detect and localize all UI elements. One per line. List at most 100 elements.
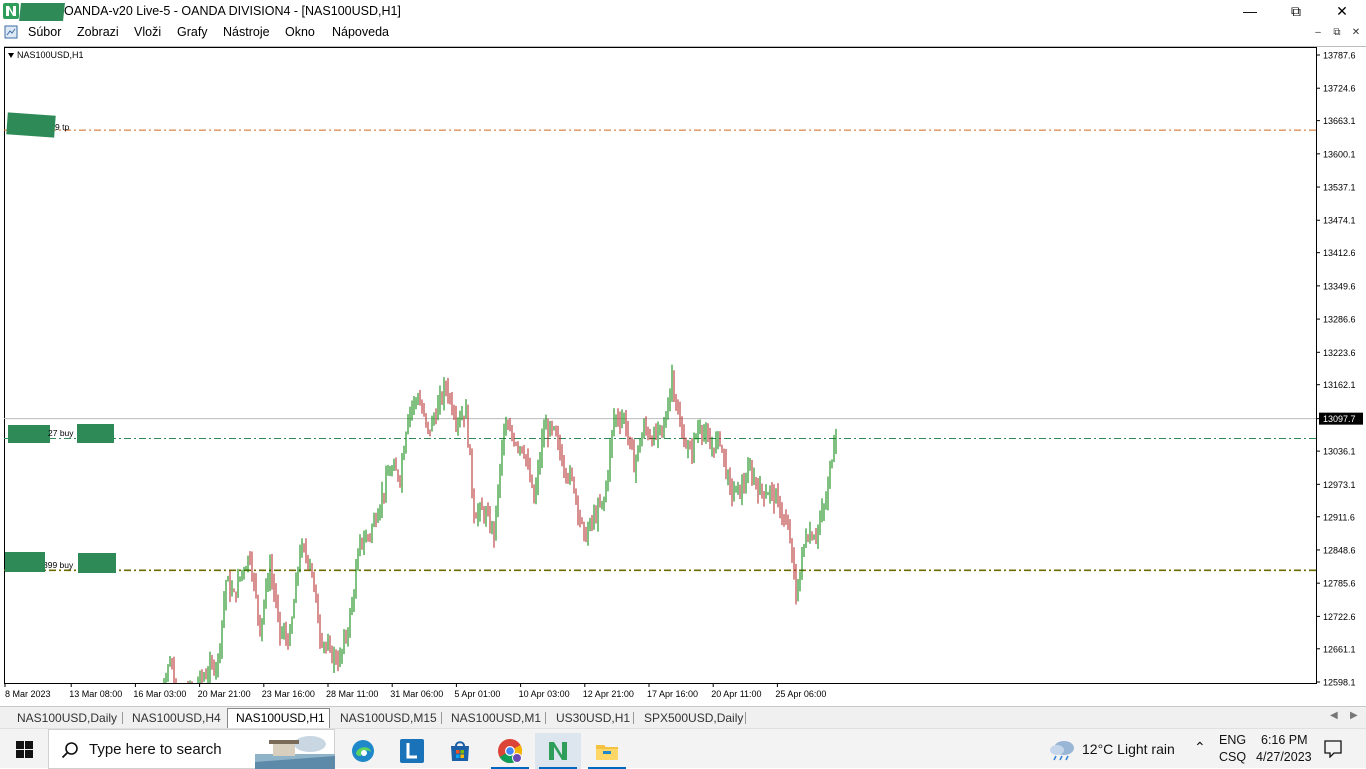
tab-separator	[122, 712, 123, 724]
language-indicator[interactable]: ENG	[1219, 733, 1246, 747]
redaction-mark	[5, 552, 45, 572]
time-tick-label: 8 Mar 2023	[5, 689, 51, 699]
tab-separator	[441, 712, 442, 724]
clock-date[interactable]: 4/27/2023	[1256, 750, 1312, 764]
price-tick-label: 13600.1	[1323, 149, 1356, 159]
tab-us30-h1[interactable]: US30USD,H1	[553, 709, 633, 728]
menu-insert[interactable]: Vloži	[134, 25, 161, 39]
windows-start-icon[interactable]	[16, 741, 33, 758]
taskbar-chrome-button[interactable]	[487, 733, 533, 769]
taskbar-oanda-button[interactable]	[535, 733, 581, 769]
taskbar-store-button[interactable]	[437, 733, 483, 769]
time-tick-label: 20 Mar 21:00	[198, 689, 251, 699]
time-tick-label: 28 Mar 11:00	[326, 689, 378, 699]
price-tick-label: 13223.6	[1323, 348, 1356, 358]
menu-file[interactable]: Súbor	[28, 25, 61, 39]
tray-chevron-up-icon[interactable]: ⌃	[1194, 739, 1206, 756]
microsoft-store-icon	[451, 741, 469, 761]
chart-document-icon[interactable]	[4, 25, 18, 39]
clock-time[interactable]: 6:16 PM	[1261, 733, 1308, 747]
file-explorer-icon	[596, 745, 618, 760]
redaction-mark	[78, 553, 116, 573]
menu-help[interactable]: Nápoveda	[332, 25, 389, 39]
redaction-mark	[19, 3, 65, 21]
weather-rain-icon[interactable]	[1048, 739, 1076, 761]
redaction-mark	[77, 424, 114, 443]
tab-nas100-m1[interactable]: NAS100USD,M1	[448, 709, 544, 728]
taskbar-explorer-button[interactable]	[584, 733, 630, 769]
tab-separator	[633, 712, 634, 724]
tab-nas100-h1[interactable]: NAS100USD,H1	[227, 708, 330, 728]
menu-tools[interactable]: Nástroje	[223, 25, 270, 39]
price-tick-label: 13724.6	[1323, 84, 1356, 94]
window-title: OANDA-v20 Live-5 - OANDA DIVISION4 - [NA…	[64, 4, 401, 18]
tab-nas100-daily[interactable]: NAS100USD,Daily	[14, 709, 120, 728]
time-tick-label: 17 Apr 16:00	[647, 689, 698, 699]
price-tick-label: 12598.1	[1323, 678, 1356, 688]
buy-line-label-2: 399 buy	[43, 560, 74, 570]
price-tick-label: 13412.6	[1323, 248, 1356, 258]
menu-bar: Súbor Zobrazi Vloži Grafy Nástroje Okno …	[0, 22, 1366, 43]
time-tick-label: 10 Apr 03:00	[519, 689, 570, 699]
restore-button[interactable]: ⧉	[1273, 0, 1319, 22]
time-tick-label: 13 Mar 08:00	[69, 689, 122, 699]
edge-browser-icon	[352, 740, 374, 762]
menu-view[interactable]: Zobrazi	[77, 25, 119, 39]
child-minimize-button[interactable]: –	[1309, 26, 1327, 40]
tab-nas100-m15[interactable]: NAS100USD,M15	[337, 709, 440, 728]
price-tick-label: 12661.1	[1323, 644, 1356, 654]
oanda-logo-icon	[549, 742, 567, 760]
chart-tab-bar: NAS100USD,Daily NAS100USD,H4 NAS100USD,H…	[0, 706, 1366, 728]
price-tick-label: 13036.1	[1323, 447, 1356, 457]
child-close-button[interactable]: ✕	[1347, 26, 1365, 40]
l-app-icon	[400, 739, 424, 763]
taskbar-edge-button[interactable]	[340, 733, 386, 769]
chart-symbol-label: NAS100USD,H1	[8, 50, 84, 60]
tab-separator	[745, 712, 746, 724]
tab-nas100-h4[interactable]: NAS100USD,H4	[129, 709, 224, 728]
dropdown-triangle-icon[interactable]	[8, 52, 14, 58]
price-tick-label: 12911.6	[1323, 512, 1355, 522]
search-placeholder: Type here to search	[89, 741, 222, 758]
time-tick-label: 23 Mar 16:00	[262, 689, 315, 699]
close-button[interactable]: ✕	[1319, 0, 1365, 22]
price-tick-label: 12785.6	[1323, 579, 1356, 589]
windows-taskbar: Type here to search 12°C Light rain ⌃ EN…	[0, 728, 1366, 769]
oanda-logo-icon	[3, 3, 19, 19]
time-tick-label: 20 Apr 11:00	[711, 689, 761, 699]
keyboard-layout-indicator[interactable]: CSQ	[1219, 750, 1246, 764]
tab-spx500-daily[interactable]: SPX500USD,Daily	[641, 709, 746, 728]
menu-charts[interactable]: Grafy	[177, 25, 208, 39]
taskbar-l-app-button[interactable]	[389, 733, 435, 769]
chart-symbol-text: NAS100USD,H1	[17, 50, 84, 60]
menu-window[interactable]: Okno	[285, 25, 315, 39]
search-highlight-image-icon	[255, 736, 335, 769]
price-tick-label: 13663.1	[1323, 116, 1356, 126]
minimize-button[interactable]: —	[1227, 0, 1273, 22]
chart-window[interactable]: 13787.6 13724.6 13663.1 13600.1 13537.1 13474…	[4, 46, 1366, 702]
price-tick-label: 12848.6	[1323, 545, 1356, 555]
buy-line-label: 27 buy	[48, 428, 74, 438]
time-tick-label: 5 Apr 01:00	[454, 689, 500, 699]
time-tick-label: 31 Mar 06:00	[390, 689, 443, 699]
weather-text[interactable]: 12°C Light rain	[1082, 741, 1175, 757]
redaction-mark	[8, 425, 50, 443]
price-tick-label: 13474.1	[1323, 216, 1356, 226]
tp-line-label: 9 tp	[55, 122, 70, 132]
price-tick-label: 13286.6	[1323, 315, 1356, 325]
tab-scroll-left-icon[interactable]: ◀	[1330, 710, 1338, 721]
chrome-icon	[498, 739, 523, 764]
price-chart[interactable]: 13787.6 13724.6 13663.1 13600.1 13537.1 13474…	[4, 47, 1366, 703]
plot-border	[4, 47, 1317, 684]
current-price-label: 13097.7	[1323, 414, 1356, 424]
price-tick-label: 12722.6	[1323, 612, 1356, 622]
search-icon	[61, 742, 78, 759]
tab-scroll-right-icon[interactable]: ▶	[1350, 710, 1358, 721]
notification-icon[interactable]	[1324, 740, 1342, 758]
price-tick-label: 13787.6	[1323, 51, 1356, 61]
time-tick-label: 25 Apr 06:00	[775, 689, 826, 699]
taskbar-search-box[interactable]: Type here to search	[48, 729, 335, 769]
child-restore-button[interactable]: ⧉	[1328, 26, 1346, 40]
redaction-mark	[6, 112, 56, 138]
price-tick-label: 13349.6	[1323, 281, 1356, 291]
